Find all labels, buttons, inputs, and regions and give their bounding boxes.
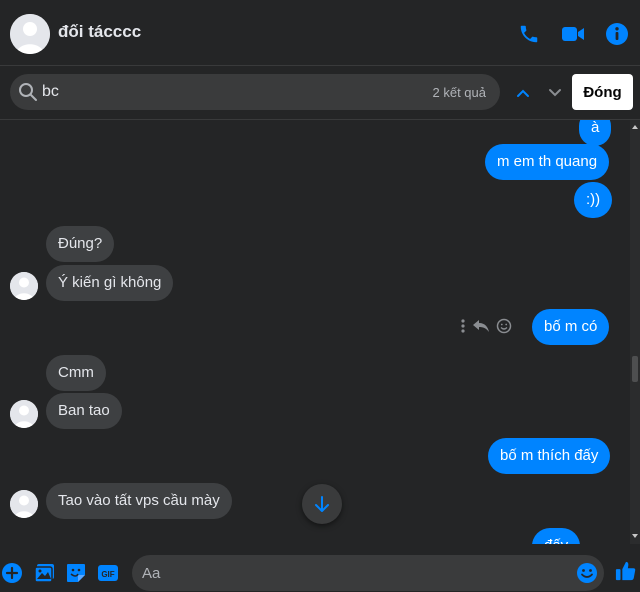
message-bubble[interactable]: bố m có: [532, 309, 610, 345]
message-actions: [460, 318, 526, 339]
react-emoji-icon[interactable]: [496, 318, 512, 339]
close-search-button[interactable]: Đóng: [572, 74, 633, 110]
gif-icon[interactable]: GIF: [97, 562, 119, 584]
reply-icon[interactable]: [472, 319, 490, 338]
message-bubble[interactable]: Ý kiến gì không: [46, 265, 174, 301]
scrollbar[interactable]: [630, 120, 640, 544]
plus-icon[interactable]: [1, 562, 23, 584]
message-bubble[interactable]: :)): [574, 182, 613, 218]
scroll-thumb[interactable]: [632, 356, 638, 382]
message-bubble[interactable]: Cmm: [46, 355, 106, 391]
svg-text:GIF: GIF: [101, 570, 114, 579]
sender-avatar: [10, 400, 38, 428]
contact-name[interactable]: đối tácccc: [58, 22, 141, 42]
sender-avatar: [10, 272, 38, 300]
message-bubble[interactable]: Tao vào tất vps cầu mày: [46, 483, 232, 519]
message-bubble[interactable]: đấy: [532, 528, 581, 544]
info-icon[interactable]: [603, 20, 631, 48]
contact-avatar[interactable]: [10, 14, 50, 54]
search-result-count: 2 kết quả: [432, 85, 487, 100]
sender-avatar: [10, 490, 38, 518]
scroll-up-arrow-icon[interactable]: [631, 123, 639, 131]
message-bubble[interactable]: Ban tao: [46, 393, 122, 429]
phone-icon[interactable]: [515, 20, 543, 48]
photo-icon[interactable]: [34, 562, 56, 584]
emoji-icon[interactable]: [576, 562, 598, 589]
sticker-icon[interactable]: [65, 562, 87, 584]
arrow-down-icon: [315, 496, 329, 512]
search-box[interactable]: 2 kết quả: [10, 74, 500, 110]
scroll-down-arrow-icon[interactable]: [631, 532, 639, 540]
message-bubble[interactable]: Đúng?: [46, 226, 115, 262]
chat-header: đối tácccc: [0, 0, 640, 66]
jump-to-latest-button[interactable]: [302, 484, 342, 524]
search-bar: 2 kết quả Đóng: [0, 66, 640, 120]
previous-result-button[interactable]: [514, 84, 532, 102]
message-bubble[interactable]: à: [579, 120, 612, 146]
message-bubble[interactable]: bố m thích đấy: [488, 438, 611, 474]
more-options-icon[interactable]: [460, 318, 466, 339]
next-result-button[interactable]: [546, 84, 564, 102]
message-input[interactable]: [142, 555, 562, 591]
like-icon[interactable]: [615, 560, 637, 582]
video-camera-icon[interactable]: [559, 20, 587, 48]
message-bubble[interactable]: m em th quang: [485, 144, 610, 180]
message-input-box[interactable]: [132, 555, 604, 591]
search-icon: [18, 82, 38, 107]
composer-bar: GIF: [0, 552, 640, 592]
search-input[interactable]: [42, 74, 422, 110]
message-list[interactable]: à m em th quang :)) Đúng? Ý kiến gì khôn…: [0, 120, 630, 544]
